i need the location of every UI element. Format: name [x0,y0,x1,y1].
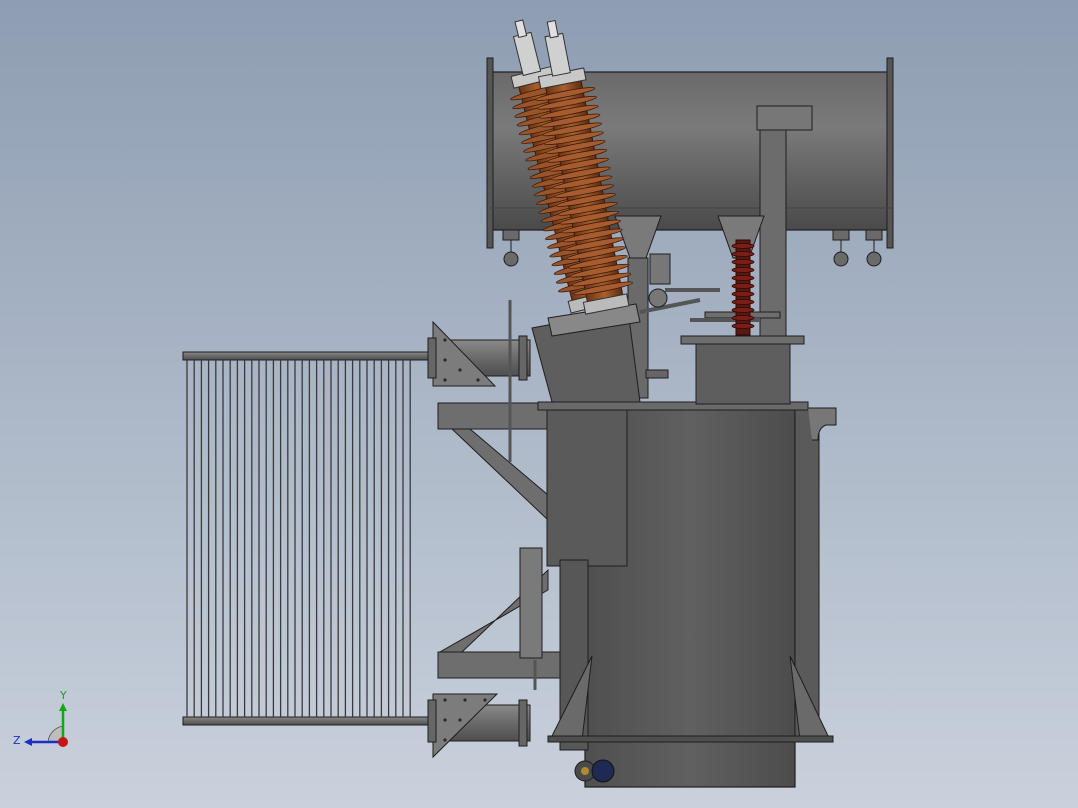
graphics-viewport[interactable]: Y Z [0,0,1078,808]
arrester-shed [731,299,755,305]
transformer-3d-model[interactable] [0,0,1078,808]
arrester-shed [731,259,755,265]
z-axis-label: Z [13,734,21,747]
arrester-shed [731,307,755,313]
orientation-triad: Y Z [13,689,68,747]
arrester-shed [731,315,755,321]
y-axis-arrowhead [59,703,67,711]
arrester-shed [731,243,755,249]
arrester-shed [731,291,755,297]
z-axis-arrowhead [24,738,32,746]
y-axis-label: Y [59,689,67,702]
x-axis-point [58,737,68,747]
arrester-shed [731,275,755,281]
arrester-shed [731,251,755,257]
arrester-shed [731,283,755,289]
radiator-bank [182,320,531,759]
arrester-shed [731,267,755,273]
arrester-shed [731,323,755,329]
